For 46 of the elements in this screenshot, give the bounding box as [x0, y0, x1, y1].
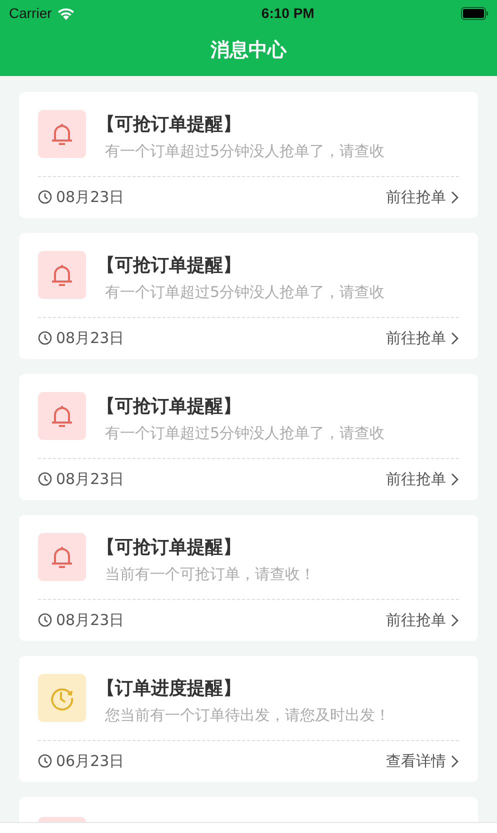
clock-icon: [38, 613, 52, 627]
page-title: 消息中心: [209, 38, 288, 63]
message-date: 08月23日: [56, 610, 124, 630]
message-text: 有一个订单超过5分钟没人抢单了，请查收: [105, 424, 385, 443]
message-date: 06月23日: [56, 752, 124, 770]
status-time: 6:10 PM: [261, 5, 314, 21]
chevron-icon: [451, 190, 459, 204]
message-title: 【可抢订单提醒】: [97, 536, 242, 559]
clock-icon: [38, 754, 52, 768]
message-text: 您当前有一个订单待出发，请您及时出发！: [105, 706, 390, 725]
icon-background: [38, 817, 86, 822]
message-title: 【可抢订单提醒】: [97, 254, 242, 277]
message-title: 【订单进度提醒】: [97, 677, 242, 700]
wifi-icon: [56, 6, 75, 20]
message-card[interactable]: 【可抢订单提醒】 当前有一个可抢订单，请查收！ 08月23日 前往抢单: [19, 515, 478, 641]
action-link[interactable]: 前往抢单: [386, 610, 446, 630]
chevron-icon: [451, 614, 459, 626]
clock-icon: [38, 190, 52, 204]
action-link[interactable]: 查看详情: [386, 752, 446, 770]
message-text: 当前有一个可抢订单，请查收！: [105, 565, 315, 584]
message-title: 【可抢订单提醒】: [97, 395, 242, 418]
action-link[interactable]: 前往抢单: [386, 188, 446, 206]
clock-icon: [38, 674, 86, 722]
bell-icon: [38, 533, 86, 581]
action-link[interactable]: 前往抢单: [386, 328, 446, 348]
action-link[interactable]: 前往抢单: [386, 470, 446, 488]
message-card[interactable]: 【可抢订单提醒】 有一个订单超过5分钟没人抢单了，请查收 08月23日 前往抢单: [19, 374, 478, 500]
battery-icon: [460, 6, 489, 20]
chevron-icon: [451, 472, 459, 486]
carrier-label: Carrier: [9, 5, 52, 21]
chevron-icon: [451, 332, 459, 344]
chevron-icon: [451, 754, 459, 768]
message-date: 08月23日: [56, 470, 124, 488]
bell-icon: [38, 392, 86, 440]
message-text: 有一个订单超过5分钟没人抢单了，请查收: [105, 142, 385, 161]
clock-icon: [38, 472, 52, 486]
clock-icon: [38, 331, 52, 345]
message-text: 有一个订单超过5分钟没人抢单了，请查收: [105, 283, 385, 302]
message-title: 【可抢订单提醒】: [97, 113, 242, 136]
message-date: 08月23日: [56, 188, 124, 206]
bell-icon: [38, 110, 86, 158]
bell-icon: [38, 251, 86, 299]
message-card[interactable]: 【可抢订单提醒】 有一个订单超过5分钟没人抢单了，请查收 08月23日 前往抢单: [19, 233, 478, 359]
message-card[interactable]: 【可抢订单提醒】 有一个订单超过5分钟没人抢单了，请查收 08月23日 前往抢单: [19, 92, 478, 218]
message-card[interactable]: 【订单进度提醒】 您当前有一个订单待出发，请您及时出发！ 06月23日 查看详情: [19, 656, 478, 782]
message-date: 08月23日: [56, 328, 124, 348]
